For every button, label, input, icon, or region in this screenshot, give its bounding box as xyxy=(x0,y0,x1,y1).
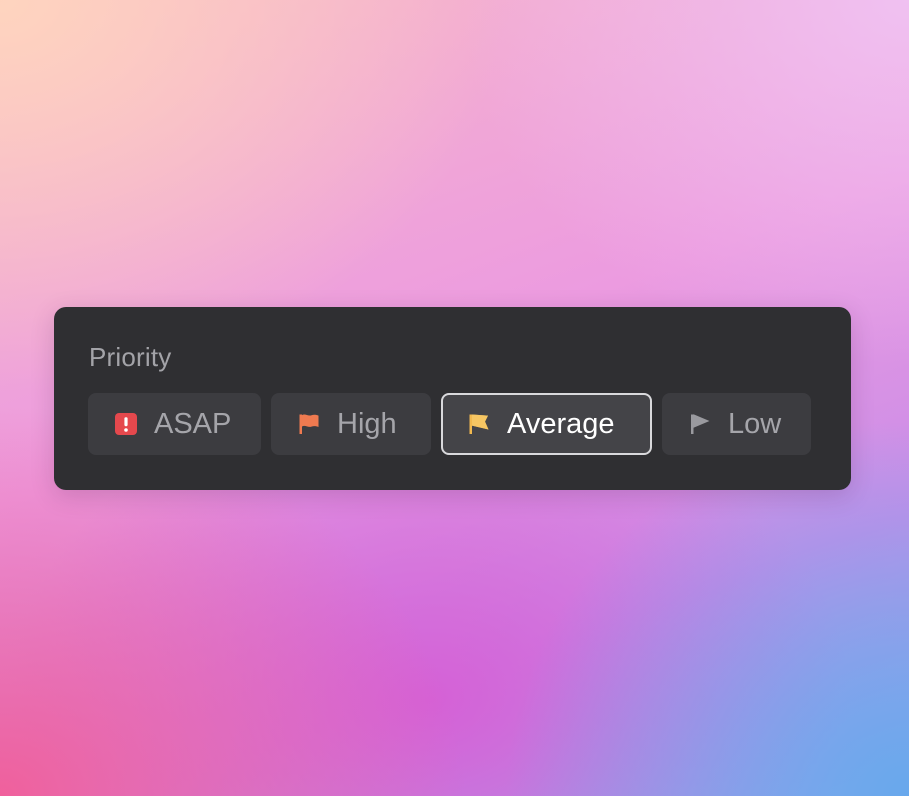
priority-option-asap[interactable]: ASAP xyxy=(88,393,261,455)
priority-panel: Priority ASAP High Average Low xyxy=(54,307,851,490)
priority-option-label: Average xyxy=(507,408,615,440)
priority-option-high[interactable]: High xyxy=(271,393,431,455)
exclamation-square-icon xyxy=(114,412,138,436)
priority-option-label: High xyxy=(337,408,397,440)
flag-icon xyxy=(688,412,712,436)
flag-icon xyxy=(467,412,491,436)
priority-options: ASAP High Average Low xyxy=(88,393,811,455)
priority-option-label: ASAP xyxy=(154,408,232,440)
priority-option-average[interactable]: Average xyxy=(441,393,652,455)
priority-option-low[interactable]: Low xyxy=(662,393,811,455)
priority-option-label: Low xyxy=(728,408,782,440)
panel-title: Priority xyxy=(89,342,172,372)
flag-icon xyxy=(297,412,321,436)
